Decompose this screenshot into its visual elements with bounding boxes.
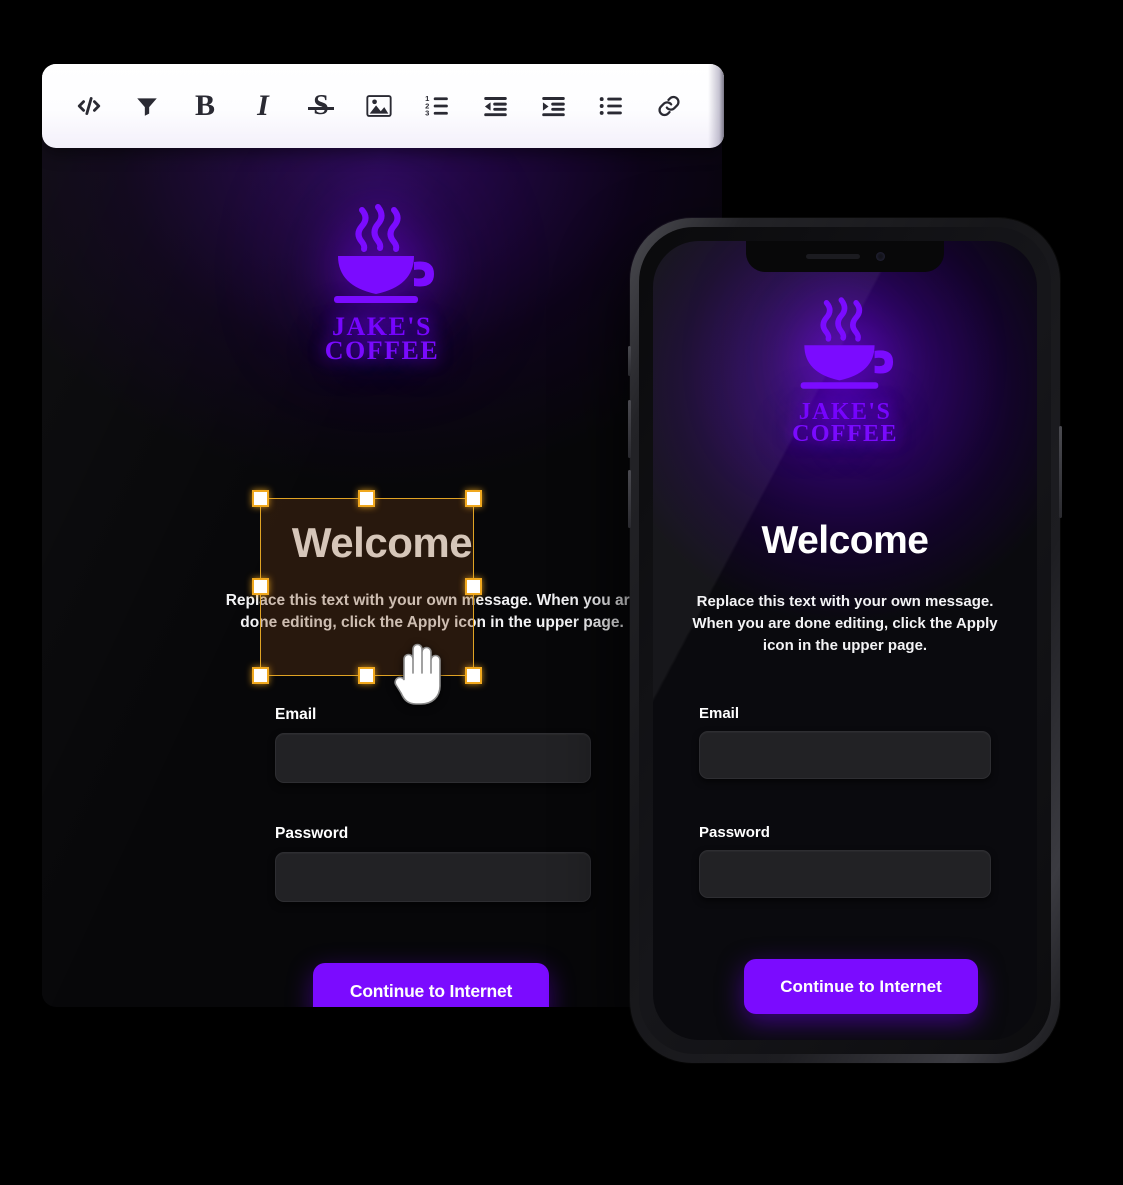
desktop-email-input[interactable] [275,733,591,783]
italic-icon: I [257,89,269,122]
desktop-preview-frame: JAKE'S COFFEE Welcome Replace this text … [42,82,722,1007]
bold-icon-button[interactable]: B [176,77,234,135]
resize-handle-bottom-right[interactable] [465,667,482,684]
phone-brand-line-2: COFFEE [792,421,898,448]
phone-preview-frame: JAKE'S COFFEE Welcome Replace this text … [628,218,1062,1063]
resize-handle-top-center[interactable] [358,490,375,507]
phone-email-field-group: Email [699,705,991,779]
rich-text-editor-toolbar: B I S 1 2 3 [42,64,724,148]
desktop-password-field-group: Password [275,825,591,902]
indent-icon-button[interactable] [524,77,582,135]
phone-power-button[interactable] [1059,426,1062,518]
desktop-continue-button[interactable]: Continue to Internet [313,963,549,1007]
image-icon [365,92,393,120]
link-icon-button[interactable] [640,77,698,135]
phone-continue-button[interactable]: Continue to Internet [744,959,978,1014]
link-icon [656,93,682,119]
phone-body-text: Replace this text with your own message.… [692,593,998,654]
bullet-list-icon [598,93,624,119]
coffee-cup-icon [316,204,448,321]
filter-icon [134,93,160,119]
phone-screen: JAKE'S COFFEE Welcome Replace this text … [653,241,1037,1040]
phone-password-label: Password [699,824,770,841]
image-icon-button[interactable] [350,77,408,135]
code-icon [76,93,102,119]
resize-handle-middle-left[interactable] [252,578,269,595]
desktop-email-field-group: Email [275,706,591,783]
phone-notch [746,241,944,272]
desktop-password-label: Password [275,825,349,842]
phone-bezel: JAKE'S COFFEE Welcome Replace this text … [639,227,1051,1054]
strikethrough-icon: S [308,92,334,120]
desktop-password-input[interactable] [275,852,591,902]
numbered-list-icon: 1 2 3 [424,93,450,119]
strikethrough-icon-button[interactable]: S [292,77,350,135]
filter-icon-button[interactable] [118,77,176,135]
phone-password-input[interactable] [699,850,991,898]
earpiece-speaker-icon [805,254,860,259]
desktop-brand-logo: JAKE'S COFFEE [42,204,722,366]
resize-handle-middle-right[interactable] [465,578,482,595]
phone-silent-switch[interactable] [628,346,631,376]
svg-text:3: 3 [425,109,429,118]
coffee-cup-icon [784,297,906,406]
phone-volume-down-button[interactable] [628,470,631,528]
brand-wordmark: JAKE'S COFFEE [324,313,440,366]
resize-handle-top-left[interactable] [252,490,269,507]
numbered-list-icon-button[interactable]: 1 2 3 [408,77,466,135]
phone-volume-up-button[interactable] [628,400,631,458]
resize-handle-bottom-left[interactable] [252,667,269,684]
resize-handle-top-right[interactable] [465,490,482,507]
brand-line-2: COFFEE [324,336,440,366]
desktop-page-content: JAKE'S COFFEE Welcome Replace this text … [42,82,722,1007]
resize-handle-bottom-center[interactable] [358,667,375,684]
phone-brand-wordmark: JAKE'S COFFEE [792,400,898,448]
phone-email-input[interactable] [699,731,991,779]
code-icon-button[interactable] [60,77,118,135]
phone-page-content: JAKE'S COFFEE Welcome Replace this text … [653,241,1037,1040]
phone-page-title: Welcome [761,519,929,562]
outdent-icon-button[interactable] [466,77,524,135]
front-camera-icon [875,252,885,261]
indent-icon [540,93,567,120]
outdent-icon [482,93,509,120]
bold-icon: B [194,89,215,122]
phone-password-field-group: Password [699,824,991,898]
italic-icon-button[interactable]: I [234,77,292,135]
phone-brand-logo: JAKE'S COFFEE [653,297,1037,446]
bullet-list-icon-button[interactable] [582,77,640,135]
phone-email-label: Email [699,705,740,722]
grab-hand-cursor [391,639,445,710]
mockup-stage: JAKE'S COFFEE Welcome Replace this text … [0,0,1123,1185]
